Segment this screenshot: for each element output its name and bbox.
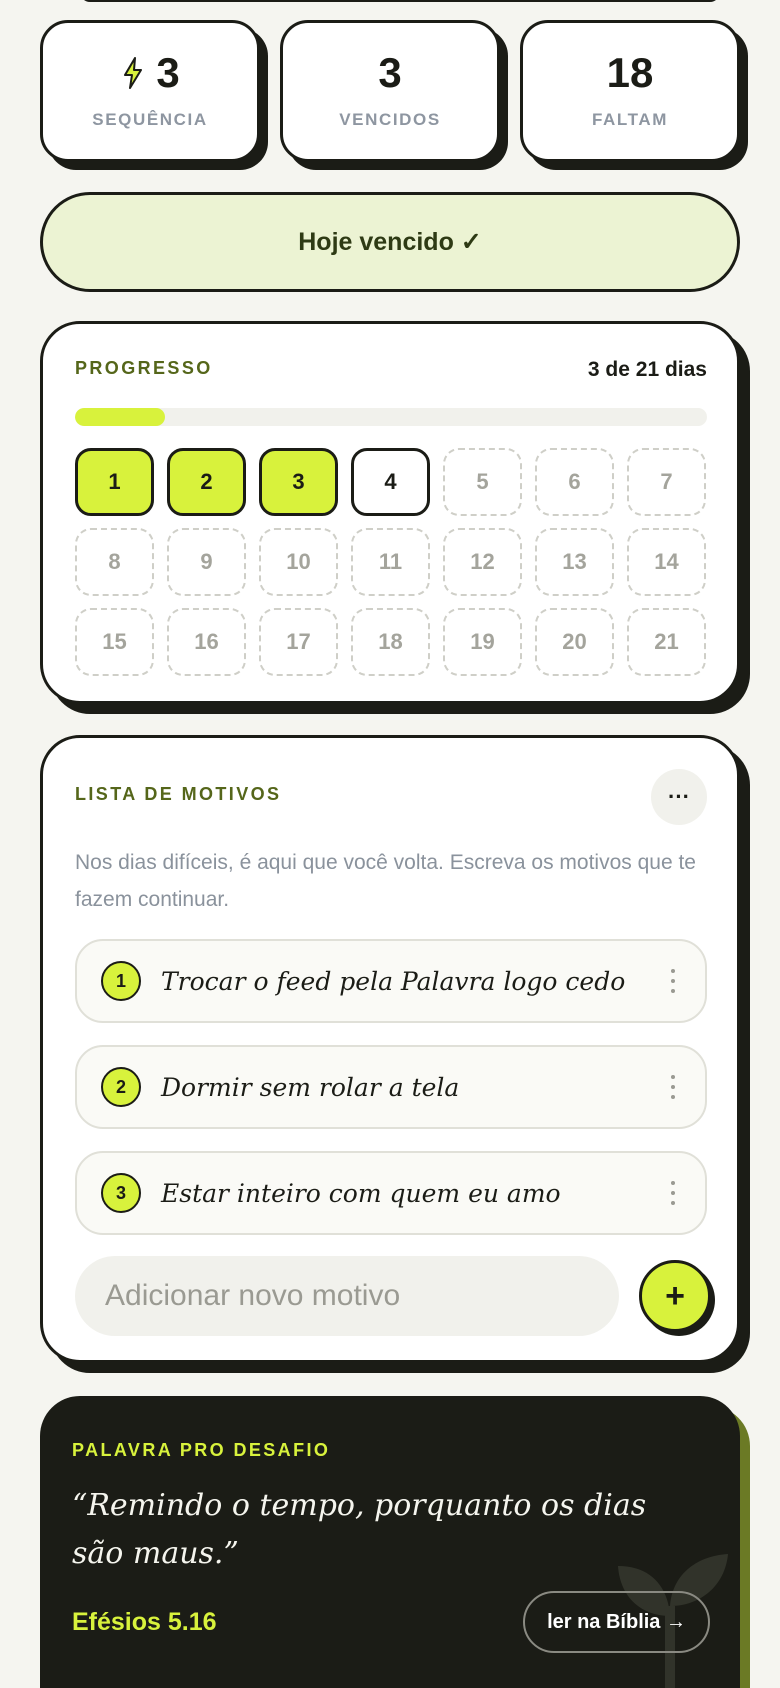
day-cell-8[interactable]: 8 — [75, 528, 154, 596]
day-cell-11[interactable]: 11 — [351, 528, 430, 596]
kebab-menu-icon[interactable] — [661, 1181, 685, 1205]
read-bible-button[interactable]: ler na Bíblia → — [523, 1591, 710, 1653]
day-cell-12[interactable]: 12 — [443, 528, 522, 596]
stat-remaining: 18 FALTAM — [520, 20, 740, 162]
today-done-banner[interactable]: Hoje vencido ✓ — [40, 192, 740, 292]
reason-list: 1 Trocar o feed pela Palavra logo cedo 2… — [75, 939, 707, 1235]
day-cell-13[interactable]: 13 — [535, 528, 614, 596]
reasons-card: LISTA DE MOTIVOS ··· Nos dias difíceis, … — [40, 735, 740, 1363]
stat-completed-value: 3 — [378, 49, 402, 96]
stat-completed: 3 VENCIDOS — [280, 20, 500, 162]
day-cell-19[interactable]: 19 — [443, 608, 522, 676]
progress-bar-fill — [75, 408, 166, 426]
reasons-description: Nos dias difíceis, é aqui que você volta… — [75, 851, 696, 911]
reason-text: Trocar o feed pela Palavra logo cedo — [161, 966, 626, 996]
add-reason-button[interactable]: + — [639, 1260, 711, 1332]
more-options-button[interactable]: ··· — [651, 769, 707, 825]
day-cell-4[interactable]: 4 — [351, 448, 430, 516]
kebab-menu-icon[interactable] — [661, 1075, 685, 1099]
day-cell-6[interactable]: 6 — [535, 448, 614, 516]
day-cell-18[interactable]: 18 — [351, 608, 430, 676]
stat-streak: 3 SEQUÊNCIA — [40, 20, 260, 162]
plus-icon: + — [665, 1276, 685, 1315]
day-cell-9[interactable]: 9 — [167, 528, 246, 596]
new-reason-input[interactable] — [75, 1256, 619, 1336]
verse-text: “Remindo o tempo, porquanto os dias são … — [72, 1488, 647, 1571]
lightning-icon — [124, 57, 143, 89]
stats-row: 3 SEQUÊNCIA 3 VENCIDOS 18 FALTAM — [40, 20, 740, 162]
reason-number: 3 — [101, 1173, 141, 1213]
reason-number: 1 — [101, 961, 141, 1001]
progress-label: PROGRESSO — [75, 358, 213, 378]
top-card-edge — [80, 0, 720, 2]
day-cell-7[interactable]: 7 — [627, 448, 706, 516]
day-cell-5[interactable]: 5 — [443, 448, 522, 516]
kebab-menu-icon[interactable] — [661, 969, 685, 993]
day-cell-15[interactable]: 15 — [75, 608, 154, 676]
verse-card: PALAVRA PRO DESAFIO “Remindo o tempo, po… — [40, 1396, 740, 1688]
day-cell-1[interactable]: 1 — [75, 448, 154, 516]
reason-text: Estar inteiro com quem eu amo — [161, 1178, 561, 1208]
day-cell-21[interactable]: 21 — [627, 608, 706, 676]
stat-streak-value: 3 — [156, 49, 180, 96]
ellipsis-icon: ··· — [668, 784, 690, 809]
day-grid: 1 2 3 4 5 6 7 8 9 10 11 12 13 14 15 16 17 18 19 20 21 — [75, 448, 707, 676]
day-cell-14[interactable]: 14 — [627, 528, 706, 596]
reasons-label: LISTA DE MOTIVOS — [75, 784, 282, 804]
stat-remaining-label: FALTAM — [591, 110, 668, 129]
reason-text: Dormir sem rolar a tela — [161, 1072, 460, 1102]
progress-bar — [75, 408, 707, 426]
day-cell-16[interactable]: 16 — [167, 608, 246, 676]
day-cell-10[interactable]: 10 — [259, 528, 338, 596]
day-cell-17[interactable]: 17 — [259, 608, 338, 676]
reason-item[interactable]: 1 Trocar o feed pela Palavra logo cedo — [75, 939, 707, 1023]
day-cell-2[interactable]: 2 — [167, 448, 246, 516]
stat-streak-label: SEQUÊNCIA — [92, 110, 208, 129]
reason-item[interactable]: 3 Estar inteiro com quem eu amo — [75, 1151, 707, 1235]
stat-completed-label: VENCIDOS — [339, 110, 441, 129]
verse-label: PALAVRA PRO DESAFIO — [72, 1440, 331, 1460]
stat-remaining-value: 18 — [606, 49, 654, 96]
reason-number: 2 — [101, 1067, 141, 1107]
day-cell-3[interactable]: 3 — [259, 448, 338, 516]
verse-reference: Efésios 5.16 — [72, 1608, 217, 1636]
add-reason-row: + — [75, 1256, 711, 1336]
day-cell-20[interactable]: 20 — [535, 608, 614, 676]
reason-item[interactable]: 2 Dormir sem rolar a tela — [75, 1045, 707, 1129]
progress-count: 3 de 21 dias — [587, 358, 707, 381]
progress-card: PROGRESSO 3 de 21 dias 1 2 3 4 5 6 7 8 9 10 11 12 13… — [40, 321, 740, 704]
